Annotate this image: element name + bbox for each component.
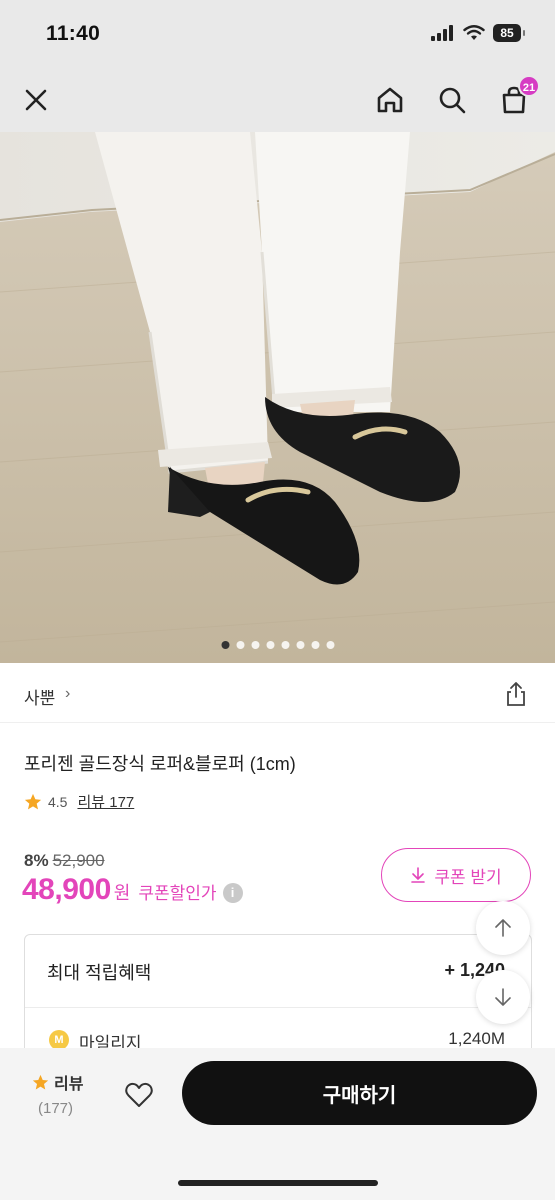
cart-button[interactable]: 21 — [494, 75, 540, 120]
mileage-value: 1,240M — [448, 1029, 505, 1048]
rating-row: 4.5 리뷰 177 — [24, 791, 134, 812]
scroll-up-button[interactable] — [476, 901, 530, 955]
signal-icon — [431, 25, 453, 41]
star-icon — [24, 793, 42, 809]
sale-price: 48,900 — [22, 873, 111, 906]
cart-count-badge: 21 — [518, 75, 540, 97]
carousel-dot[interactable] — [296, 641, 304, 649]
close-icon — [25, 89, 47, 111]
buy-button[interactable]: 구매하기 — [182, 1061, 537, 1125]
coupon-download-button[interactable]: 쿠폰 받기 — [381, 848, 531, 902]
battery-indicator: 85 — [493, 24, 525, 42]
search-icon — [439, 87, 466, 114]
share-icon — [507, 682, 525, 706]
discount-row: 8% 52,900 — [24, 851, 105, 871]
star-icon — [32, 1074, 49, 1089]
benefit-title: 최대 적립혜택 — [47, 963, 152, 983]
share-button[interactable] — [503, 681, 529, 707]
rating-value: 4.5 — [48, 793, 68, 810]
status-bar: 11:40 85 — [0, 0, 555, 70]
coupon-button-label: 쿠폰 받기 — [434, 867, 502, 887]
info-icon[interactable]: i — [222, 883, 243, 903]
mileage-icon: M — [49, 1030, 69, 1050]
scroll-down-button[interactable] — [476, 970, 530, 1024]
home-button[interactable] — [370, 80, 410, 120]
arrow-down-icon — [495, 988, 511, 1006]
review-link[interactable]: 리뷰 177 — [77, 791, 134, 812]
carousel-dot[interactable] — [251, 641, 259, 649]
search-button[interactable] — [432, 80, 472, 120]
buy-button-label: 구매하기 — [322, 1084, 397, 1107]
price-row: 48,900 원 쿠폰할인가 i — [22, 873, 243, 907]
divider — [25, 1007, 531, 1008]
bottom-review-label: 리뷰 — [54, 1076, 84, 1093]
home-icon — [377, 87, 403, 113]
status-icons: 85 — [431, 24, 525, 42]
carousel-dot[interactable] — [236, 641, 244, 649]
carousel-dot[interactable] — [221, 641, 229, 649]
bottom-action-bar: 리뷰 (177) 구매하기 — [0, 1048, 555, 1200]
wifi-icon — [463, 25, 485, 40]
status-time: 11:40 — [46, 22, 101, 45]
carousel-dot[interactable] — [266, 641, 274, 649]
top-nav: 21 — [0, 70, 555, 132]
bottom-review-button[interactable]: 리뷰 — [32, 1070, 83, 1094]
close-button[interactable] — [16, 80, 56, 120]
product-title: 포리젠 골드장식 로퍼&블로퍼 (1cm) — [24, 754, 296, 774]
discount-percent: 8% — [24, 851, 49, 870]
heart-icon — [125, 1082, 153, 1107]
product-photo — [0, 132, 555, 663]
brand-name[interactable]: 사뿐 — [24, 684, 55, 709]
bottom-review-count: (177) — [38, 1100, 74, 1117]
original-price: 52,900 — [52, 851, 105, 870]
chevron-right-icon: › — [65, 685, 71, 702]
download-icon — [411, 867, 426, 883]
carousel-dot[interactable] — [281, 641, 289, 649]
carousel-indicators[interactable] — [221, 641, 334, 649]
arrow-up-icon — [495, 919, 511, 937]
coupon-price-label: 쿠폰할인가 — [138, 884, 217, 903]
carousel-dot[interactable] — [311, 641, 319, 649]
home-indicator — [178, 1180, 378, 1186]
wishlist-button[interactable] — [124, 1080, 154, 1110]
currency-unit: 원 — [113, 883, 131, 903]
carousel-dot[interactable] — [326, 641, 334, 649]
brand-row[interactable]: 사뿐 › — [0, 663, 555, 723]
product-image-carousel[interactable] — [0, 132, 555, 663]
